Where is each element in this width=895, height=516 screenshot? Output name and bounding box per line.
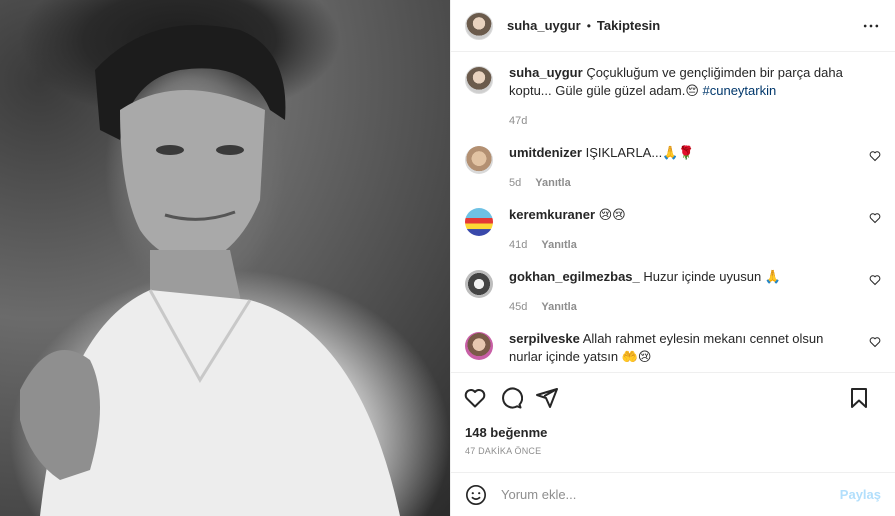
author-username[interactable]: suha_uygur <box>507 18 581 33</box>
heart-icon[interactable] <box>869 150 881 162</box>
reply-button[interactable]: Yanıtla <box>535 174 570 192</box>
comment-text: 😢😢 <box>598 207 626 222</box>
post-viewer: suha_uygur • Takiptesin suha_uygur Çoçuk… <box>0 0 895 516</box>
post-header: suha_uygur • Takiptesin <box>451 0 895 52</box>
comment-username[interactable]: keremkuraner <box>509 207 595 222</box>
post-time: 47 DAKİKA ÖNCE <box>465 446 542 456</box>
comment-time: 41d <box>509 239 528 251</box>
post-photo[interactable] <box>0 0 450 516</box>
reply-button[interactable]: Yanıtla <box>541 298 576 316</box>
reply-button[interactable]: Yanıtla <box>541 236 576 254</box>
comment-username[interactable]: gokhan_egilmezbas_ <box>509 269 640 284</box>
comment-item: gokhan_egilmezbas_ Huzur içinde uyusun 🙏… <box>465 268 881 316</box>
heart-icon[interactable] <box>463 386 487 410</box>
comment-text: Huzur içinde uyusun 🙏 <box>643 269 781 284</box>
follow-status-button[interactable]: Takiptesin <box>597 18 660 33</box>
commenter-avatar[interactable] <box>465 146 493 174</box>
like-count[interactable]: 148 beğenme <box>451 422 895 444</box>
heart-icon[interactable] <box>869 274 881 286</box>
heart-icon[interactable] <box>869 336 881 348</box>
hashtag-link[interactable]: #cuneytarkin <box>703 83 777 98</box>
caption: suha_uygur Çoçukluğum ve gençliğimden bi… <box>465 64 881 130</box>
caption-username[interactable]: suha_uygur <box>509 65 583 80</box>
commenter-avatar[interactable] <box>465 270 493 298</box>
comment-item: umitdenizer IŞIKLARLA...🙏🌹 5d Yanıtla <box>465 144 881 192</box>
comment-text: IŞIKLARLA...🙏🌹 <box>585 145 695 160</box>
add-comment-bar: Paylaş <box>451 472 895 516</box>
comment-item: serpilveske Allah rahmet eylesin mekanı … <box>465 330 881 366</box>
photo-illustration <box>20 25 400 516</box>
caption-avatar[interactable] <box>465 66 493 94</box>
comment-username[interactable]: umitdenizer <box>509 145 582 160</box>
heart-icon[interactable] <box>869 212 881 224</box>
action-bar <box>451 372 895 422</box>
author-avatar[interactable] <box>465 11 493 40</box>
post-comment-button[interactable]: Paylaş <box>840 487 881 502</box>
separator-dot: • <box>586 18 591 33</box>
commenter-avatar[interactable] <box>465 332 493 360</box>
comment-icon[interactable] <box>499 386 523 410</box>
post-sidebar: suha_uygur • Takiptesin suha_uygur Çoçuk… <box>450 0 895 516</box>
comment-item: keremkuraner 😢😢 41d Yanıtla <box>465 206 881 254</box>
emoji-icon[interactable] <box>465 484 487 506</box>
commenter-avatar[interactable] <box>465 208 493 236</box>
comments-list[interactable]: suha_uygur Çoçukluğum ve gençliğimden bi… <box>451 52 895 372</box>
comment-username[interactable]: serpilveske <box>509 331 580 346</box>
more-icon[interactable] <box>861 16 881 36</box>
share-icon[interactable] <box>535 386 559 410</box>
caption-time: 47d <box>509 115 528 127</box>
comment-input[interactable] <box>501 487 840 502</box>
comment-time: 45d <box>509 301 528 313</box>
save-icon[interactable] <box>847 386 871 410</box>
comment-time: 5d <box>509 177 522 189</box>
